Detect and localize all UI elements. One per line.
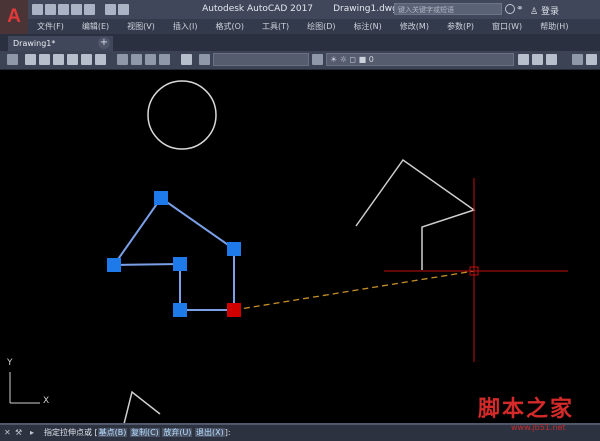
iso-se-icon[interactable] xyxy=(131,54,142,65)
make-current-layer-icon[interactable] xyxy=(518,54,529,65)
drawing-canvas[interactable] xyxy=(0,70,600,441)
grip[interactable] xyxy=(173,257,187,271)
selected-polyline[interactable] xyxy=(113,196,235,311)
menu-modify[interactable]: 修改(M) xyxy=(391,19,438,34)
search-input[interactable]: 键入关键字或短语 xyxy=(394,3,502,15)
view-top-icon[interactable] xyxy=(25,54,36,65)
view-left-icon[interactable] xyxy=(53,54,64,65)
document-name: Drawing1.dwg xyxy=(333,4,398,14)
grip[interactable] xyxy=(154,191,168,205)
grip[interactable] xyxy=(107,258,121,272)
toolbar: ☀ ☼ ◻ ■ 0 xyxy=(0,51,600,70)
menu-draw[interactable]: 绘图(D) xyxy=(298,19,344,34)
option-undo[interactable]: 放弃(U) xyxy=(162,428,193,437)
command-line[interactable]: ✕ ⚒ ▸ 指定拉伸点或 [基点(B) 复制(C) 放弃(U) 退出(X)]: xyxy=(0,423,600,441)
grip[interactable] xyxy=(173,303,187,317)
file-tab-bar: Drawing1* ✕ + xyxy=(0,34,600,51)
partial-shape-entity[interactable] xyxy=(119,390,161,441)
menu-format[interactable]: 格式(O) xyxy=(206,19,253,34)
tab-label: Drawing1* xyxy=(13,39,56,48)
application-menu-button[interactable]: A xyxy=(0,0,28,34)
app-title: Autodesk AutoCAD 2017 xyxy=(202,4,314,14)
named-views-icon[interactable] xyxy=(199,54,210,65)
view-bottom-icon[interactable] xyxy=(39,54,50,65)
open-file-icon[interactable] xyxy=(45,4,56,15)
layer-properties-icon[interactable] xyxy=(312,54,323,65)
user-signin[interactable]: ♙ 登录 xyxy=(530,4,559,17)
hot-grip[interactable] xyxy=(227,303,241,317)
view-dropdown[interactable] xyxy=(213,53,309,66)
menu-window[interactable]: 窗口(W) xyxy=(483,19,531,34)
iso-sw-icon[interactable] xyxy=(117,54,128,65)
ucs-x-label: X xyxy=(43,396,50,406)
drawing-viewport[interactable]: Y X xyxy=(0,70,600,441)
command-history-icon[interactable]: ▸ xyxy=(30,428,39,437)
layer-status-icons: ☀ ☼ ◻ ■ xyxy=(330,55,367,64)
color-control-icon[interactable] xyxy=(586,54,597,65)
menu-dimension[interactable]: 标注(N) xyxy=(345,19,391,34)
command-prompt: 指定拉伸点或 [基点(B) 复制(C) 放弃(U) 退出(X)]: xyxy=(44,428,231,437)
watermark-site: www.jb51.net xyxy=(511,423,566,432)
quick-access-toolbar xyxy=(32,4,129,15)
layer-previous-icon[interactable] xyxy=(532,54,543,65)
customize-icon[interactable]: ⚒ xyxy=(15,428,24,437)
option-base-point[interactable]: 基点(B) xyxy=(97,428,128,437)
watermark-text: 脚本之家 xyxy=(478,396,575,422)
menu-file[interactable]: 文件(F) xyxy=(28,19,73,34)
iso-nw-icon[interactable] xyxy=(159,54,170,65)
layer-name: 0 xyxy=(368,55,374,64)
title-bar: Autodesk AutoCAD 2017 Drawing1.dwg 键入关键字… xyxy=(0,0,600,19)
view-right-icon[interactable] xyxy=(67,54,78,65)
close-command-icon[interactable]: ✕ xyxy=(4,428,13,437)
properties-icon[interactable] xyxy=(572,54,583,65)
option-copy[interactable]: 复制(C) xyxy=(129,428,160,437)
menu-insert[interactable]: 插入(I) xyxy=(164,19,207,34)
save-as-icon[interactable] xyxy=(71,4,82,15)
option-exit[interactable]: 退出(X) xyxy=(194,428,225,437)
search-icon[interactable] xyxy=(505,4,515,14)
user-icon: ♙ xyxy=(530,7,539,17)
iso-ne-icon[interactable] xyxy=(145,54,156,65)
save-icon[interactable] xyxy=(58,4,69,15)
view-front-icon[interactable] xyxy=(81,54,92,65)
view-back-icon[interactable] xyxy=(95,54,106,65)
layer-state-icon[interactable] xyxy=(546,54,557,65)
autocad-logo-icon: A xyxy=(7,6,21,27)
menu-help[interactable]: 帮助(H) xyxy=(531,19,577,34)
camera-icon[interactable] xyxy=(181,54,192,65)
redo-icon[interactable] xyxy=(118,4,129,15)
new-tab-button[interactable]: + xyxy=(98,37,110,49)
plot-icon[interactable] xyxy=(84,4,95,15)
undo-icon[interactable] xyxy=(105,4,116,15)
layer-dropdown[interactable]: ☀ ☼ ◻ ■ 0 xyxy=(326,53,514,66)
menu-parametric[interactable]: 参数(P) xyxy=(438,19,483,34)
ucs-y-label: Y xyxy=(7,358,13,368)
menu-bar: 文件(F) 编辑(E) 视图(V) 插入(I) 格式(O) 工具(T) 绘图(D… xyxy=(28,19,600,34)
stretch-rubberband-line xyxy=(233,270,475,311)
grip[interactable] xyxy=(227,242,241,256)
prompt-suffix: : xyxy=(227,428,231,437)
prompt-prefix: 指定拉伸点或 xyxy=(44,428,92,437)
binoculars-icon[interactable]: ⚭ xyxy=(516,4,526,14)
menu-edit[interactable]: 编辑(E) xyxy=(73,19,118,34)
viewport-icon[interactable] xyxy=(7,54,18,65)
menu-view[interactable]: 视图(V) xyxy=(118,19,164,34)
menu-tools[interactable]: 工具(T) xyxy=(253,19,298,34)
new-file-icon[interactable] xyxy=(32,4,43,15)
signin-label: 登录 xyxy=(540,7,559,17)
circle-entity[interactable] xyxy=(147,80,217,150)
arrow-shape-entity[interactable] xyxy=(355,158,476,270)
